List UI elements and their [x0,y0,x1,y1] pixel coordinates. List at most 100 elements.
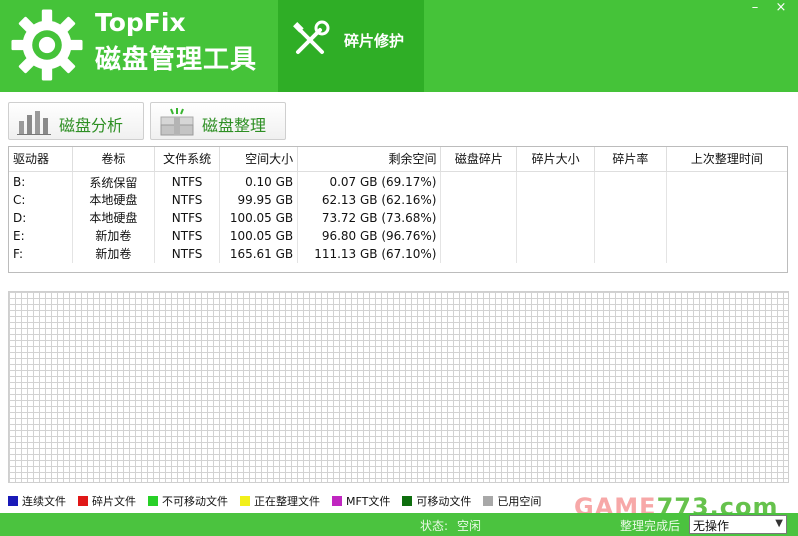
wrench-screwdriver-icon [293,20,330,54]
cell-volume-label: 新加卷 [72,244,155,263]
cell-capacity: 0.10 GB [219,171,299,191]
legend-swatch-in-progress [240,496,250,506]
cell-volume-label: 本地硬盘 [72,208,155,227]
cell-filesystem: NTFS [154,226,221,245]
table-row[interactable]: F: 新加卷 NTFS 165.61 GB 111.13 GB (67.10%) [9,244,787,263]
cell-capacity: 100.05 GB [219,208,299,227]
cell-fragment-rate [594,226,667,245]
table-row[interactable]: D: 本地硬盘 NTFS 100.05 GB 73.72 GB (73.68%) [9,208,787,227]
cell-filesystem: NTFS [154,190,221,209]
app-title: TopFix [95,8,186,37]
cell-filesystem: NTFS [154,208,221,227]
cell-fragment-rate [594,208,667,227]
drive-table: 驱动器 卷标 文件系统 空间大小 剩余空间 磁盘碎片 碎片大小 碎片率 上次整理… [8,146,788,273]
col-fragment-rate[interactable]: 碎片率 [594,147,667,172]
legend-item: 正在整理文件 [240,493,320,509]
cell-fragment-size [516,208,596,227]
col-volume-label[interactable]: 卷标 [72,147,155,172]
after-finish-label: 整理完成后 [620,519,681,533]
legend-label: 正在整理文件 [254,495,320,508]
legend-swatch-mft [332,496,342,506]
cell-filesystem: NTFS [154,244,221,263]
cell-volume-label: 本地硬盘 [72,190,155,209]
legend-item: 已用空间 [483,493,541,509]
cluster-map [8,291,789,483]
legend-item: 可移动文件 [402,493,471,509]
legend-item: 不可移动文件 [148,493,228,509]
legend-swatch-movable [402,496,413,506]
cell-filesystem: NTFS [154,171,221,191]
cell-fragment-size [516,244,596,263]
cell-volume-label: 新加卷 [72,226,155,245]
col-filesystem[interactable]: 文件系统 [154,147,221,172]
cell-drive: F: [9,244,73,263]
cell-last-defrag [666,171,787,191]
defrag-box-icon [160,108,194,136]
app-subtitle: 磁盘管理工具 [95,45,258,75]
cell-capacity: 165.61 GB [219,244,299,263]
legend-label: 已用空间 [497,495,542,508]
cell-drive: D: [9,208,73,227]
legend-label: 连续文件 [22,495,66,508]
status-bar: 状态: 空闲 整理完成后 无操作 ▼ [0,513,798,536]
cell-free-space: 73.72 GB (73.68%) [297,208,442,227]
cell-last-defrag [666,245,787,263]
cell-last-defrag [666,227,787,245]
legend-label: 不可移动文件 [162,495,228,508]
cell-fragment-size [516,226,596,245]
disk-defrag-button[interactable]: 磁盘整理 [150,102,286,140]
legend-label: 碎片文件 [92,495,136,508]
tab-label: 碎片修护 [344,32,405,50]
status-label: 状态: [420,519,449,533]
disk-analyze-button[interactable]: 磁盘分析 [8,102,144,140]
cell-capacity: 99.95 GB [219,190,299,209]
legend-swatch-fragmented [78,496,88,506]
table-header-row: 驱动器 卷标 文件系统 空间大小 剩余空间 磁盘碎片 碎片大小 碎片率 上次整理… [9,147,787,172]
legend-item: MFT文件 [332,493,390,509]
cell-fragments [440,208,518,227]
cell-fragment-size [516,171,596,191]
title-bar: TopFix 磁盘管理工具 碎片修护 – × [0,0,798,92]
cell-drive: B: [9,171,73,191]
table-row[interactable]: E: 新加卷 NTFS 100.05 GB 96.80 GB (96.76%) [9,226,787,245]
table-row[interactable]: C: 本地硬盘 NTFS 99.95 GB 62.13 GB (62.16%) [9,190,787,209]
legend-swatch-used [483,496,494,506]
cell-free-space: 0.07 GB (69.17%) [297,171,442,191]
table-row[interactable]: B: 系统保留 NTFS 0.10 GB 0.07 GB (69.17%) [9,171,787,191]
cell-fragments [440,171,518,191]
legend-swatch-unmovable [148,496,158,506]
minimize-button[interactable]: – [744,0,766,18]
col-fragments[interactable]: 磁盘碎片 [440,147,518,172]
cell-free-space: 96.80 GB (96.76%) [297,226,442,245]
chevron-down-icon: ▼ [775,518,783,529]
cell-capacity: 100.05 GB [219,226,299,245]
bar-chart-icon [17,111,51,135]
col-drive[interactable]: 驱动器 [9,147,73,172]
close-button[interactable]: × [770,0,792,18]
legend-label: MFT文件 [346,495,391,508]
cell-fragments [440,190,518,209]
cell-free-space: 111.13 GB (67.10%) [297,244,442,263]
cell-fragment-rate [594,190,667,209]
tab-fragment-repair[interactable]: 碎片修护 [278,0,424,92]
gear-logo-icon [11,9,83,81]
cell-last-defrag [666,209,787,227]
legend: 连续文件 碎片文件 不可移动文件 正在整理文件 MFT文件 可移动文件 已用空间 [8,494,553,508]
cell-last-defrag [666,191,787,209]
cell-fragment-rate [594,244,667,263]
legend-item: 连续文件 [8,493,66,509]
cell-drive: C: [9,190,73,209]
col-fragment-size[interactable]: 碎片大小 [516,147,596,172]
cell-volume-label: 系统保留 [72,171,155,191]
legend-item: 碎片文件 [78,493,136,509]
disk-analyze-label: 磁盘分析 [59,116,124,135]
cell-fragment-size [516,190,596,209]
cell-fragments [440,244,518,263]
after-finish-select[interactable]: 无操作 ▼ [689,515,787,534]
cell-fragment-rate [594,171,667,191]
legend-swatch-contiguous [8,496,18,506]
col-free-space[interactable]: 剩余空间 [297,147,442,172]
col-last-defrag[interactable]: 上次整理时间 [666,147,787,172]
col-capacity[interactable]: 空间大小 [219,147,299,172]
after-finish-value: 无操作 [693,519,730,533]
